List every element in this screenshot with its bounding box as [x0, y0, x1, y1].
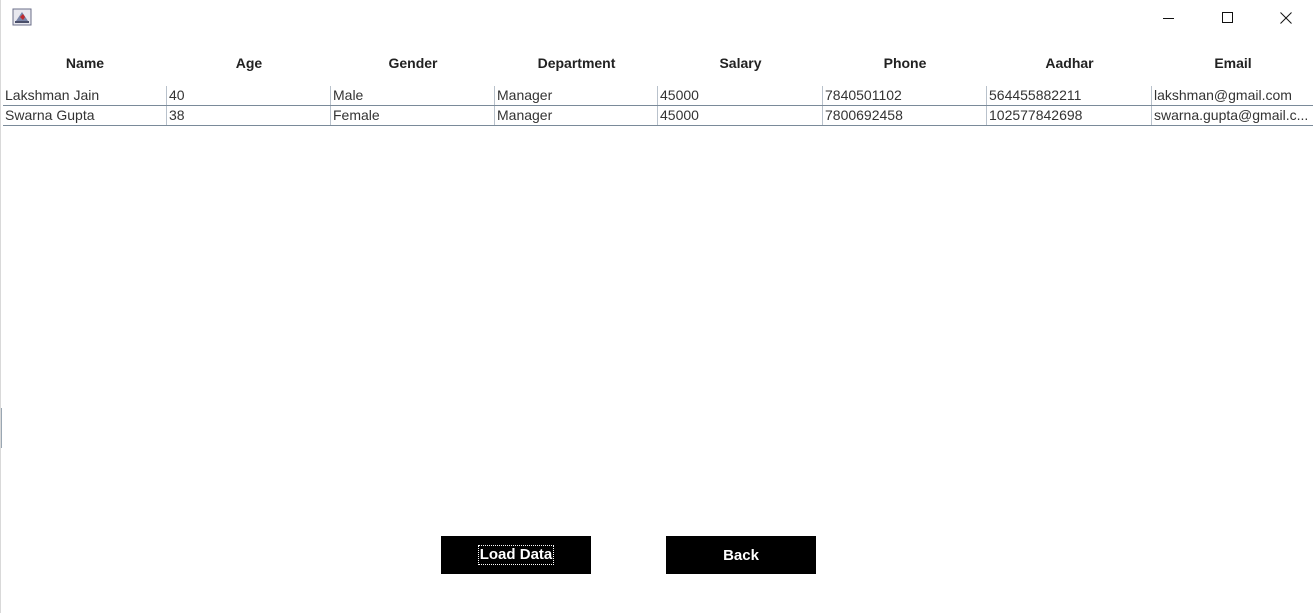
column-header-department[interactable]: Department — [495, 46, 658, 80]
minimize-button[interactable] — [1146, 0, 1192, 36]
column-header-email[interactable]: Email — [1152, 46, 1313, 80]
table-cell[interactable]: swarna.gupta@gmail.c... — [1152, 106, 1313, 125]
back-button[interactable]: Back — [666, 536, 816, 574]
java-app-icon — [12, 8, 32, 26]
back-label: Back — [723, 546, 759, 564]
table-cell[interactable]: Male — [331, 86, 495, 105]
table-header: Name Age Gender Department Salary Phone … — [3, 46, 1313, 80]
employee-details-window: Name Age Gender Department Salary Phone … — [0, 0, 1313, 613]
table-cell[interactable]: Female — [331, 106, 495, 125]
table-cell[interactable]: 102577842698 — [987, 106, 1152, 125]
table-cell[interactable]: lakshman@gmail.com — [1152, 86, 1313, 105]
table-body: Lakshman Jain 40 Male Manager 45000 7840… — [3, 86, 1313, 126]
maximize-button[interactable] — [1205, 0, 1251, 36]
table-cell[interactable]: Manager — [495, 86, 658, 105]
table-cell[interactable]: Lakshman Jain — [3, 86, 167, 105]
table-cell[interactable]: 7840501102 — [823, 86, 987, 105]
table-cell[interactable]: Swarna Gupta — [3, 106, 167, 125]
table-row[interactable]: Lakshman Jain 40 Male Manager 45000 7840… — [3, 86, 1313, 106]
maximize-icon — [1222, 12, 1233, 23]
load-data-label: Load Data — [477, 545, 555, 565]
table-cell[interactable]: 45000 — [658, 86, 823, 105]
employee-table: Name Age Gender Department Salary Phone … — [3, 46, 1313, 126]
minimize-icon — [1163, 18, 1174, 19]
table-cell[interactable]: 40 — [167, 86, 331, 105]
table-row[interactable]: Swarna Gupta 38 Female Manager 45000 780… — [3, 106, 1313, 126]
load-data-button[interactable]: Load Data — [441, 536, 591, 574]
title-bar[interactable] — [1, 0, 1313, 36]
table-cell[interactable]: 38 — [167, 106, 331, 125]
table-cell[interactable]: 7800692458 — [823, 106, 987, 125]
close-icon — [1280, 12, 1292, 24]
column-header-name[interactable]: Name — [3, 46, 167, 80]
table-cell[interactable]: 564455882211 — [987, 86, 1152, 105]
column-header-aadhar[interactable]: Aadhar — [987, 46, 1152, 80]
window-edge-mark — [1, 408, 2, 448]
close-button[interactable] — [1263, 0, 1309, 36]
table-cell[interactable]: Manager — [495, 106, 658, 125]
column-header-age[interactable]: Age — [167, 46, 331, 80]
column-header-salary[interactable]: Salary — [658, 46, 823, 80]
column-header-gender[interactable]: Gender — [331, 46, 495, 80]
column-header-phone[interactable]: Phone — [823, 46, 987, 80]
table-cell[interactable]: 45000 — [658, 106, 823, 125]
